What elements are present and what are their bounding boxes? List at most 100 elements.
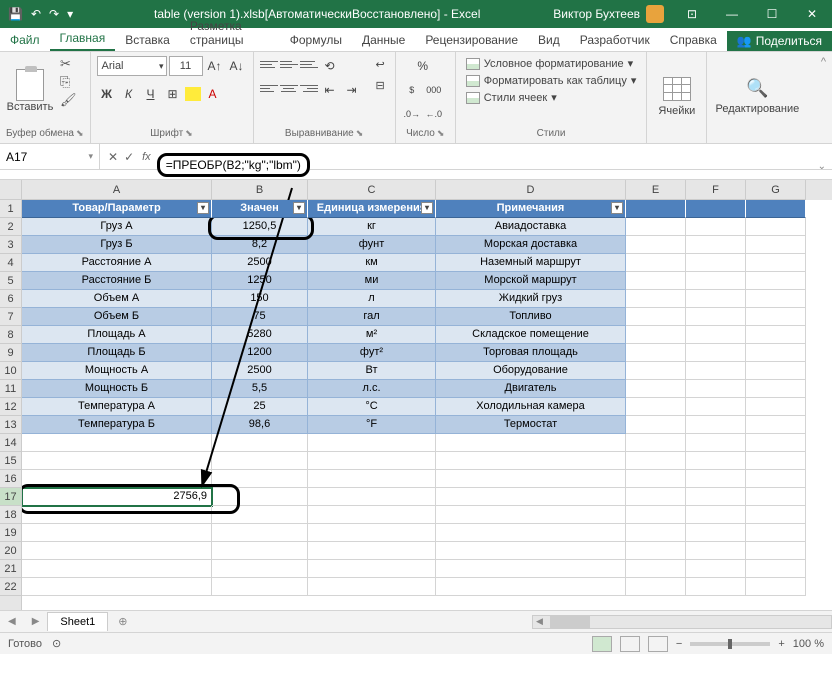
- tab-file[interactable]: Файл: [0, 29, 50, 51]
- cell[interactable]: Жидкий груз: [436, 290, 626, 308]
- cell[interactable]: °F: [308, 416, 436, 434]
- grid-body[interactable]: Товар/Параметр▾Значен▾Единица измерения▾…: [22, 200, 832, 596]
- cell[interactable]: [436, 560, 626, 578]
- cell[interactable]: [212, 470, 308, 488]
- cell[interactable]: [626, 434, 686, 452]
- col-header-C[interactable]: C: [308, 180, 436, 200]
- fx-icon[interactable]: fx: [142, 151, 157, 163]
- horizontal-scrollbar[interactable]: ◀: [532, 615, 832, 629]
- cell[interactable]: 1250,5: [212, 218, 308, 236]
- cell[interactable]: °C: [308, 398, 436, 416]
- cell[interactable]: [212, 578, 308, 596]
- row-header-19[interactable]: 19: [0, 524, 21, 542]
- cell[interactable]: [626, 488, 686, 506]
- cell[interactable]: 2500: [212, 362, 308, 380]
- cell[interactable]: [626, 542, 686, 560]
- font-size-select[interactable]: 11: [169, 56, 203, 76]
- cell[interactable]: [686, 452, 746, 470]
- cell[interactable]: Груз А: [22, 218, 212, 236]
- cell[interactable]: [436, 452, 626, 470]
- filter-icon[interactable]: ▾: [611, 202, 623, 214]
- cell[interactable]: [686, 254, 746, 272]
- cell[interactable]: [626, 578, 686, 596]
- cell[interactable]: [626, 470, 686, 488]
- cell[interactable]: [436, 488, 626, 506]
- col-header-A[interactable]: A: [22, 180, 212, 200]
- collapse-ribbon-icon[interactable]: ^: [821, 56, 826, 68]
- cell[interactable]: [212, 542, 308, 560]
- cell[interactable]: ми: [308, 272, 436, 290]
- row-header-3[interactable]: 3: [0, 236, 21, 254]
- row-header-13[interactable]: 13: [0, 416, 21, 434]
- comma-icon[interactable]: 000: [424, 80, 444, 100]
- macro-record-icon[interactable]: ⊙: [52, 637, 61, 650]
- cell[interactable]: [436, 434, 626, 452]
- cell[interactable]: фут²: [308, 344, 436, 362]
- row-header-15[interactable]: 15: [0, 452, 21, 470]
- cell[interactable]: [626, 344, 686, 362]
- cell[interactable]: [212, 488, 308, 506]
- zoom-value[interactable]: 100 %: [793, 638, 824, 650]
- cell[interactable]: Двигатель: [436, 380, 626, 398]
- cell[interactable]: [746, 470, 806, 488]
- zoom-slider[interactable]: [690, 642, 770, 646]
- row-header-12[interactable]: 12: [0, 398, 21, 416]
- sheet-nav-next-icon[interactable]: ▶: [24, 616, 48, 627]
- cell[interactable]: [436, 578, 626, 596]
- row-header-2[interactable]: 2: [0, 218, 21, 236]
- align-center-icon[interactable]: [280, 80, 298, 96]
- cell[interactable]: [436, 506, 626, 524]
- row-header-21[interactable]: 21: [0, 560, 21, 578]
- row-header-20[interactable]: 20: [0, 542, 21, 560]
- cell[interactable]: [746, 254, 806, 272]
- cell[interactable]: [626, 560, 686, 578]
- cancel-formula-icon[interactable]: ✕: [108, 150, 118, 164]
- cell[interactable]: Авиадоставка: [436, 218, 626, 236]
- tab-review[interactable]: Рецензирование: [415, 29, 528, 51]
- cell[interactable]: [746, 326, 806, 344]
- cell[interactable]: [22, 470, 212, 488]
- cell[interactable]: [746, 488, 806, 506]
- align-bottom-icon[interactable]: [300, 56, 318, 72]
- cell[interactable]: [626, 416, 686, 434]
- cell[interactable]: [686, 470, 746, 488]
- cell[interactable]: [308, 470, 436, 488]
- cell[interactable]: [686, 236, 746, 254]
- cell[interactable]: 8,2: [212, 236, 308, 254]
- cell[interactable]: [626, 398, 686, 416]
- cell[interactable]: [308, 434, 436, 452]
- cell[interactable]: [212, 506, 308, 524]
- cell[interactable]: [626, 506, 686, 524]
- cell[interactable]: [746, 434, 806, 452]
- font-launcher-icon[interactable]: ⬊: [185, 128, 193, 139]
- cell[interactable]: [22, 452, 212, 470]
- increase-font-icon[interactable]: A↑: [205, 56, 225, 76]
- cell[interactable]: [686, 344, 746, 362]
- cell[interactable]: [686, 560, 746, 578]
- align-middle-icon[interactable]: [280, 56, 298, 72]
- percent-icon[interactable]: %: [413, 56, 433, 76]
- cell[interactable]: Холодильная камера: [436, 398, 626, 416]
- row-header-4[interactable]: 4: [0, 254, 21, 272]
- filter-icon[interactable]: ▾: [421, 202, 433, 214]
- decrease-font-icon[interactable]: A↓: [227, 56, 247, 76]
- italic-button[interactable]: К: [119, 84, 139, 104]
- cell[interactable]: [686, 524, 746, 542]
- cell[interactable]: [22, 578, 212, 596]
- cell[interactable]: [746, 344, 806, 362]
- cell[interactable]: [22, 542, 212, 560]
- col-header-G[interactable]: G: [746, 180, 806, 200]
- cell[interactable]: фунт: [308, 236, 436, 254]
- minimize-icon[interactable]: —: [712, 0, 752, 28]
- row-header-10[interactable]: 10: [0, 362, 21, 380]
- view-pagebreak-icon[interactable]: [648, 636, 668, 652]
- cell[interactable]: [626, 524, 686, 542]
- cell[interactable]: Наземный маршрут: [436, 254, 626, 272]
- cell[interactable]: [308, 524, 436, 542]
- cell[interactable]: [626, 218, 686, 236]
- cell[interactable]: Складское помещение: [436, 326, 626, 344]
- border-icon[interactable]: ⊞: [163, 84, 183, 104]
- cell[interactable]: [686, 200, 746, 218]
- name-box[interactable]: A17 ▾: [0, 144, 100, 169]
- cell[interactable]: Площадь А: [22, 326, 212, 344]
